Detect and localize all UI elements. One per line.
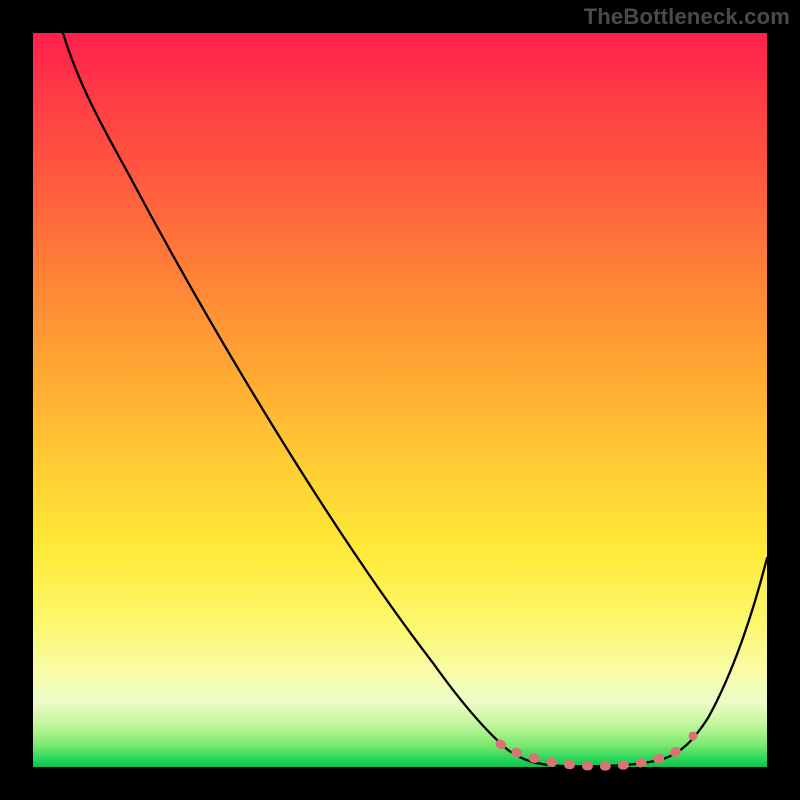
bottleneck-curve-svg <box>33 33 767 767</box>
bottleneck-curve <box>63 33 767 766</box>
outlier-dot <box>689 732 698 741</box>
chart-frame: TheBottleneck.com <box>0 0 800 800</box>
watermark-text: TheBottleneck.com <box>584 4 790 30</box>
plot-area <box>33 33 767 767</box>
